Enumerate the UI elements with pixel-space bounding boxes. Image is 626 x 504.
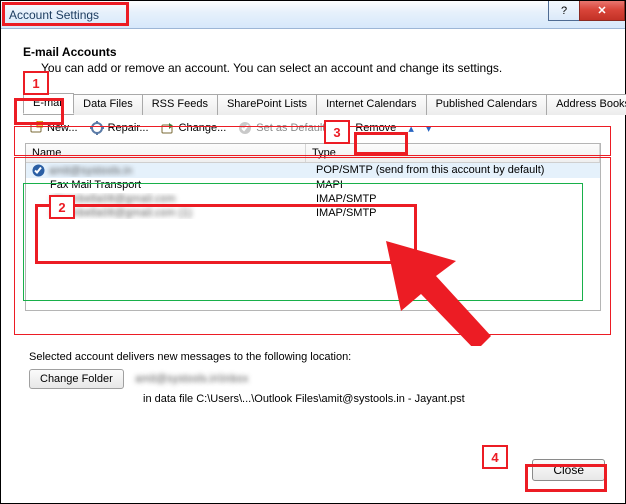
new-icon <box>29 121 43 135</box>
dialog-body: E-mail Accounts You can add or remove an… <box>1 29 625 415</box>
default-account-icon <box>32 164 45 177</box>
remove-account-button[interactable]: Remove <box>337 121 396 135</box>
tab-address-books[interactable]: Address Books <box>546 94 626 115</box>
account-toolbar: New... Repair... Change... Set as Defaul… <box>15 115 611 141</box>
window-close-button[interactable]: ✕ <box>579 1 625 21</box>
row-name: alisonbella08@gmail.com <box>50 193 176 205</box>
set-default-button: Set as Default <box>238 121 325 135</box>
col-name[interactable]: Name <box>26 144 306 162</box>
change-icon <box>161 121 175 135</box>
row-name: amit@systools.in <box>49 165 132 177</box>
tab-rss-feeds[interactable]: RSS Feeds <box>142 94 218 115</box>
row-type: MAPI <box>314 179 600 191</box>
change-folder-button[interactable]: Change Folder <box>29 369 124 389</box>
list-row[interactable]: alisonbella08@gmail.com (1) IMAP/SMTP <box>26 206 600 220</box>
repair-icon <box>90 121 104 135</box>
repair-account-button[interactable]: Repair... <box>90 121 149 135</box>
default-label: Set as Default <box>256 122 325 134</box>
help-button[interactable]: ? <box>548 1 580 21</box>
title-bar: Account Settings ? ✕ <box>1 1 625 29</box>
close-button[interactable]: Close <box>532 459 605 481</box>
tab-data-files[interactable]: Data Files <box>73 94 143 115</box>
list-header: Name Type <box>26 144 600 163</box>
row-type: POP/SMTP (send from this account by defa… <box>314 164 600 177</box>
delivery-folder: amit@systools.in\Inbox <box>135 373 248 385</box>
delivery-location-label: Selected account delivers new messages t… <box>29 351 611 363</box>
row-name: Fax Mail Transport <box>50 179 141 191</box>
remove-label: Remove <box>355 122 396 134</box>
move-down-button[interactable]: ▾ <box>426 122 432 135</box>
remove-icon <box>337 121 351 135</box>
window-title: Account Settings <box>9 8 99 22</box>
tab-published-calendars[interactable]: Published Calendars <box>426 94 548 115</box>
list-row[interactable]: alisonbella08@gmail.com IMAP/SMTP <box>26 192 600 206</box>
row-type: IMAP/SMTP <box>314 193 600 205</box>
section-heading: E-mail Accounts <box>23 45 611 59</box>
tab-strip: E-mail Data Files RSS Feeds SharePoint L… <box>23 93 611 115</box>
annotation-number-4: 4 <box>482 445 508 469</box>
delivery-datafile: in data file C:\Users\...\Outlook Files\… <box>143 393 611 405</box>
new-label: New... <box>47 122 78 134</box>
row-name: alisonbella08@gmail.com (1) <box>50 207 192 219</box>
default-icon <box>238 121 252 135</box>
accounts-list: Name Type amit@systools.in POP/SMTP (sen… <box>25 143 601 311</box>
move-up-button[interactable]: ▴ <box>408 122 414 135</box>
section-subtext: You can add or remove an account. You ca… <box>41 61 611 75</box>
repair-label: Repair... <box>108 122 149 134</box>
list-row[interactable]: Fax Mail Transport MAPI <box>26 178 600 192</box>
tab-email[interactable]: E-mail <box>23 93 74 114</box>
change-account-button[interactable]: Change... <box>161 121 227 135</box>
row-type: IMAP/SMTP <box>314 207 600 219</box>
list-row[interactable]: amit@systools.in POP/SMTP (send from thi… <box>26 163 600 178</box>
tab-sharepoint-lists[interactable]: SharePoint Lists <box>217 94 317 115</box>
col-type[interactable]: Type <box>306 144 600 162</box>
tab-internet-calendars[interactable]: Internet Calendars <box>316 94 427 115</box>
new-account-button[interactable]: New... <box>29 121 78 135</box>
change-label: Change... <box>179 122 227 134</box>
